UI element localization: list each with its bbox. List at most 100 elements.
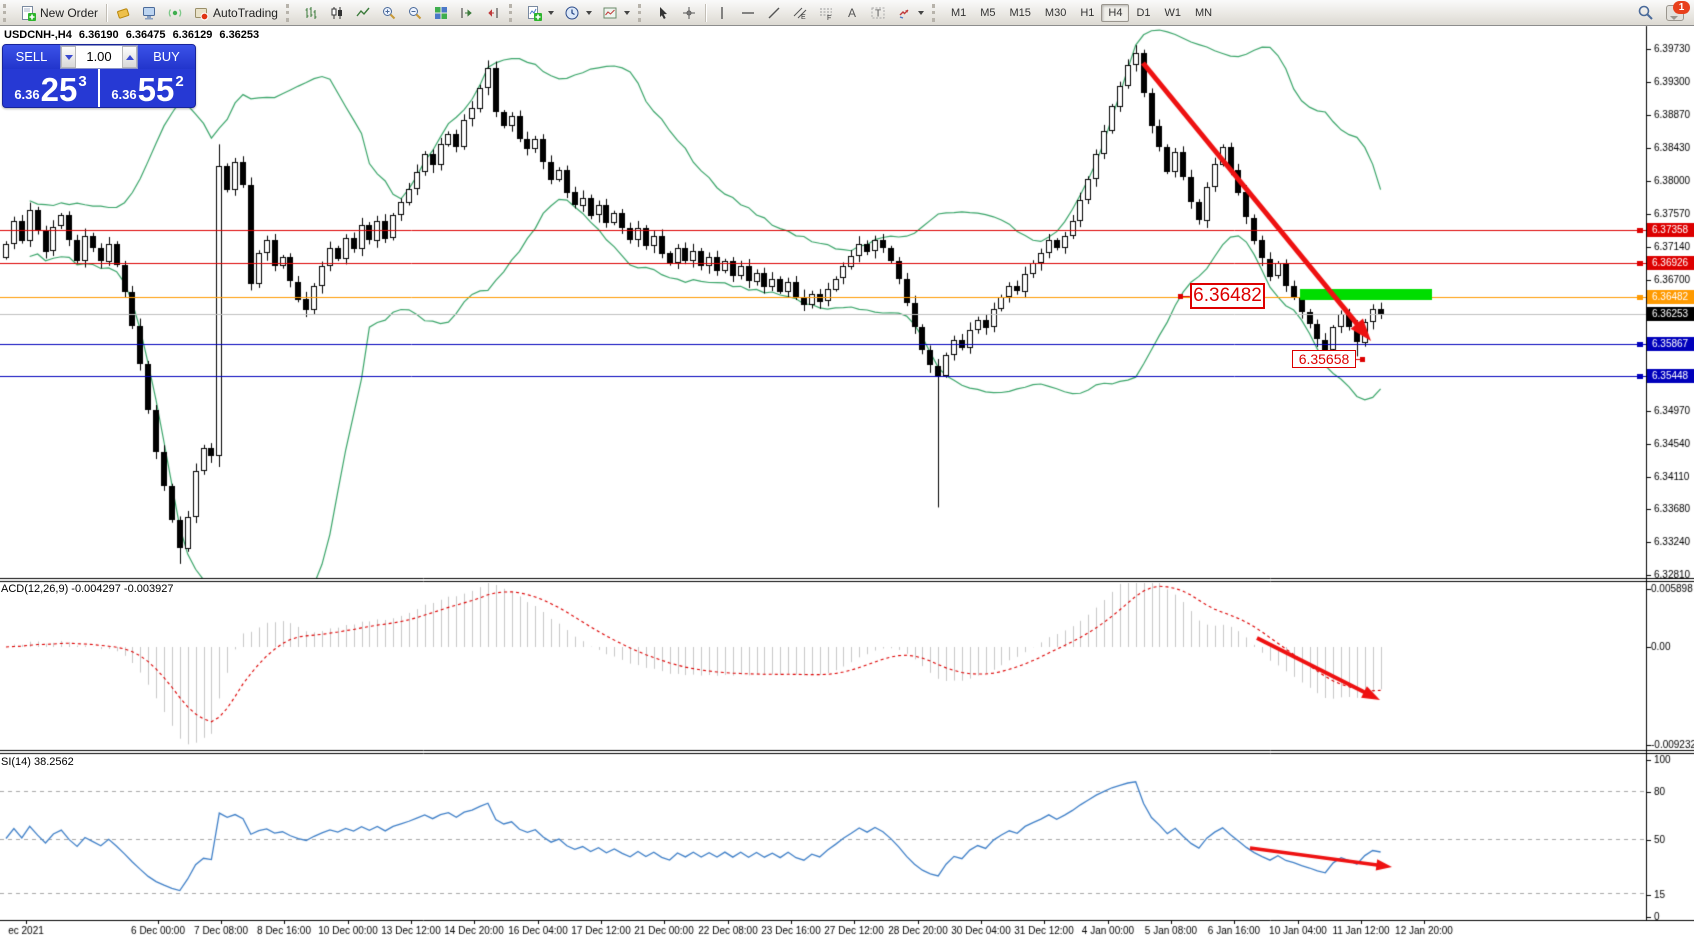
trendline-button[interactable] <box>761 4 787 22</box>
new-order-label: New Order <box>40 6 98 20</box>
chart-candles-button[interactable] <box>324 4 350 22</box>
buy-button[interactable]: BUY <box>138 45 195 69</box>
notification-badge: 1 <box>1673 1 1690 14</box>
macd-indicator-label: ACD(12,26,9) -0.004297 -0.003927 <box>1 583 173 595</box>
timeframe-button-h1[interactable]: H1 <box>1073 4 1101 22</box>
one-click-trading-panel: SELL 1.00 BUY 6.36 25 3 6.36 55 2 <box>2 44 196 108</box>
sell-price-sup: 3 <box>78 73 86 90</box>
timeframe-button-m30[interactable]: M30 <box>1038 4 1073 22</box>
vertical-line-button[interactable] <box>709 4 735 22</box>
new-order-button[interactable]: New Order <box>15 4 103 22</box>
resistance-price-annotation[interactable]: 6.36482 <box>1190 283 1265 309</box>
buy-price[interactable]: 6.36 55 2 <box>100 69 195 107</box>
chart-shift-icon <box>485 5 501 21</box>
timeframe-button-mn[interactable]: MN <box>1188 4 1219 22</box>
timeframe-button-m5[interactable]: M5 <box>973 4 1002 22</box>
rsi-indicator-label: SI(14) 38.2562 <box>1 756 74 768</box>
fibonacci-button[interactable]: F <box>813 4 839 22</box>
periods-dropdown[interactable] <box>559 4 597 22</box>
timeframe-button-h4[interactable]: H4 <box>1101 4 1129 22</box>
tile-windows-icon <box>433 5 449 21</box>
autotrading-icon <box>193 5 209 21</box>
add-indicator-dropdown[interactable] <box>521 4 559 22</box>
timeframe-button-d1[interactable]: D1 <box>1129 4 1157 22</box>
gold-tag-icon <box>115 5 131 21</box>
timeframe-button-w1[interactable]: W1 <box>1158 4 1189 22</box>
channel-button[interactable]: E <box>787 4 813 22</box>
svg-text:F: F <box>827 15 831 21</box>
sell-price[interactable]: 6.36 25 3 <box>3 69 100 107</box>
chart-canvas[interactable] <box>0 0 1694 942</box>
template-icon <box>602 5 618 21</box>
chart-shift-button[interactable] <box>480 4 506 22</box>
computer-icon <box>141 5 157 21</box>
timeframe-button-m15[interactable]: M15 <box>1003 4 1038 22</box>
volume-decrease-button[interactable] <box>61 46 76 68</box>
quote-low: 6.36129 <box>173 29 213 41</box>
templates-dropdown[interactable] <box>597 4 635 22</box>
metaeditor-button[interactable] <box>110 4 136 22</box>
notifications-button[interactable]: 1 <box>1666 5 1684 21</box>
chart-bars-button[interactable] <box>298 4 324 22</box>
timeframe-group: M1M5M15M30H1H4D1W1MN <box>944 4 1219 22</box>
svg-text:T: T <box>875 8 881 19</box>
sell-price-big: 25 <box>41 73 78 106</box>
auto-scroll-icon <box>459 5 475 21</box>
volume-increase-button[interactable] <box>122 46 137 68</box>
new-order-icon <box>20 5 36 21</box>
zoom-out-button[interactable] <box>402 4 428 22</box>
quote-high: 6.36475 <box>126 29 166 41</box>
equidistant-channel-icon: E <box>792 5 808 21</box>
volume-spinner: 1.00 <box>60 45 138 69</box>
toolbar-grip[interactable] <box>3 4 12 22</box>
arrows-dropdown[interactable] <box>891 4 929 22</box>
support-price-annotation[interactable]: 6.35658 <box>1292 350 1356 368</box>
chart-line-button[interactable] <box>350 4 376 22</box>
line-chart-icon <box>355 5 371 21</box>
bar-chart-icon <box>303 5 319 21</box>
sell-button[interactable]: SELL <box>3 45 60 69</box>
autotrading-button[interactable]: AutoTrading <box>188 4 283 22</box>
timeframe-button-m1[interactable]: M1 <box>944 4 973 22</box>
fibonacci-icon: F <box>818 5 834 21</box>
search-icon[interactable] <box>1637 4 1654 21</box>
trendline-icon <box>766 5 782 21</box>
svg-text:A: A <box>848 6 856 20</box>
signal-icon <box>167 5 183 21</box>
terminal-button[interactable] <box>136 4 162 22</box>
zoom-in-button[interactable] <box>376 4 402 22</box>
chevron-down-icon <box>586 11 592 15</box>
chevron-down-icon <box>918 11 924 15</box>
toolbar: New Order AutoTrading <box>0 0 1694 26</box>
text-label-icon: T <box>870 5 886 21</box>
quote-open: 6.36190 <box>79 29 119 41</box>
clock-icon <box>564 5 580 21</box>
tile-windows-button[interactable] <box>428 4 454 22</box>
chevron-down-icon <box>548 11 554 15</box>
auto-scroll-button[interactable] <box>454 4 480 22</box>
text-label-button[interactable]: T <box>865 4 891 22</box>
crosshair-icon <box>681 5 697 21</box>
buy-price-big: 55 <box>138 73 175 106</box>
mt4-window: New Order AutoTrading <box>0 0 1694 942</box>
quote-line: USDCNH-,H4 6.36190 6.36475 6.36129 6.362… <box>4 29 263 41</box>
text-button[interactable]: A <box>839 4 865 22</box>
symbol-period: USDCNH-,H4 <box>4 29 72 41</box>
zoom-out-icon <box>407 5 423 21</box>
signals-button[interactable] <box>162 4 188 22</box>
text-icon: A <box>844 5 860 21</box>
buy-price-small: 6.36 <box>111 87 136 102</box>
cursor-icon <box>655 5 671 21</box>
quote-close: 6.36253 <box>219 29 259 41</box>
sell-price-small: 6.36 <box>14 87 39 102</box>
zoom-in-icon <box>381 5 397 21</box>
volume-input[interactable]: 1.00 <box>76 46 122 68</box>
horizontal-line-button[interactable] <box>735 4 761 22</box>
cursor-button[interactable] <box>650 4 676 22</box>
candlestick-icon <box>329 5 345 21</box>
arrows-icon <box>896 5 912 21</box>
crosshair-button[interactable] <box>676 4 702 22</box>
triangle-down-icon <box>65 55 73 60</box>
autotrading-label: AutoTrading <box>213 6 278 20</box>
vertical-line-icon <box>714 5 730 21</box>
